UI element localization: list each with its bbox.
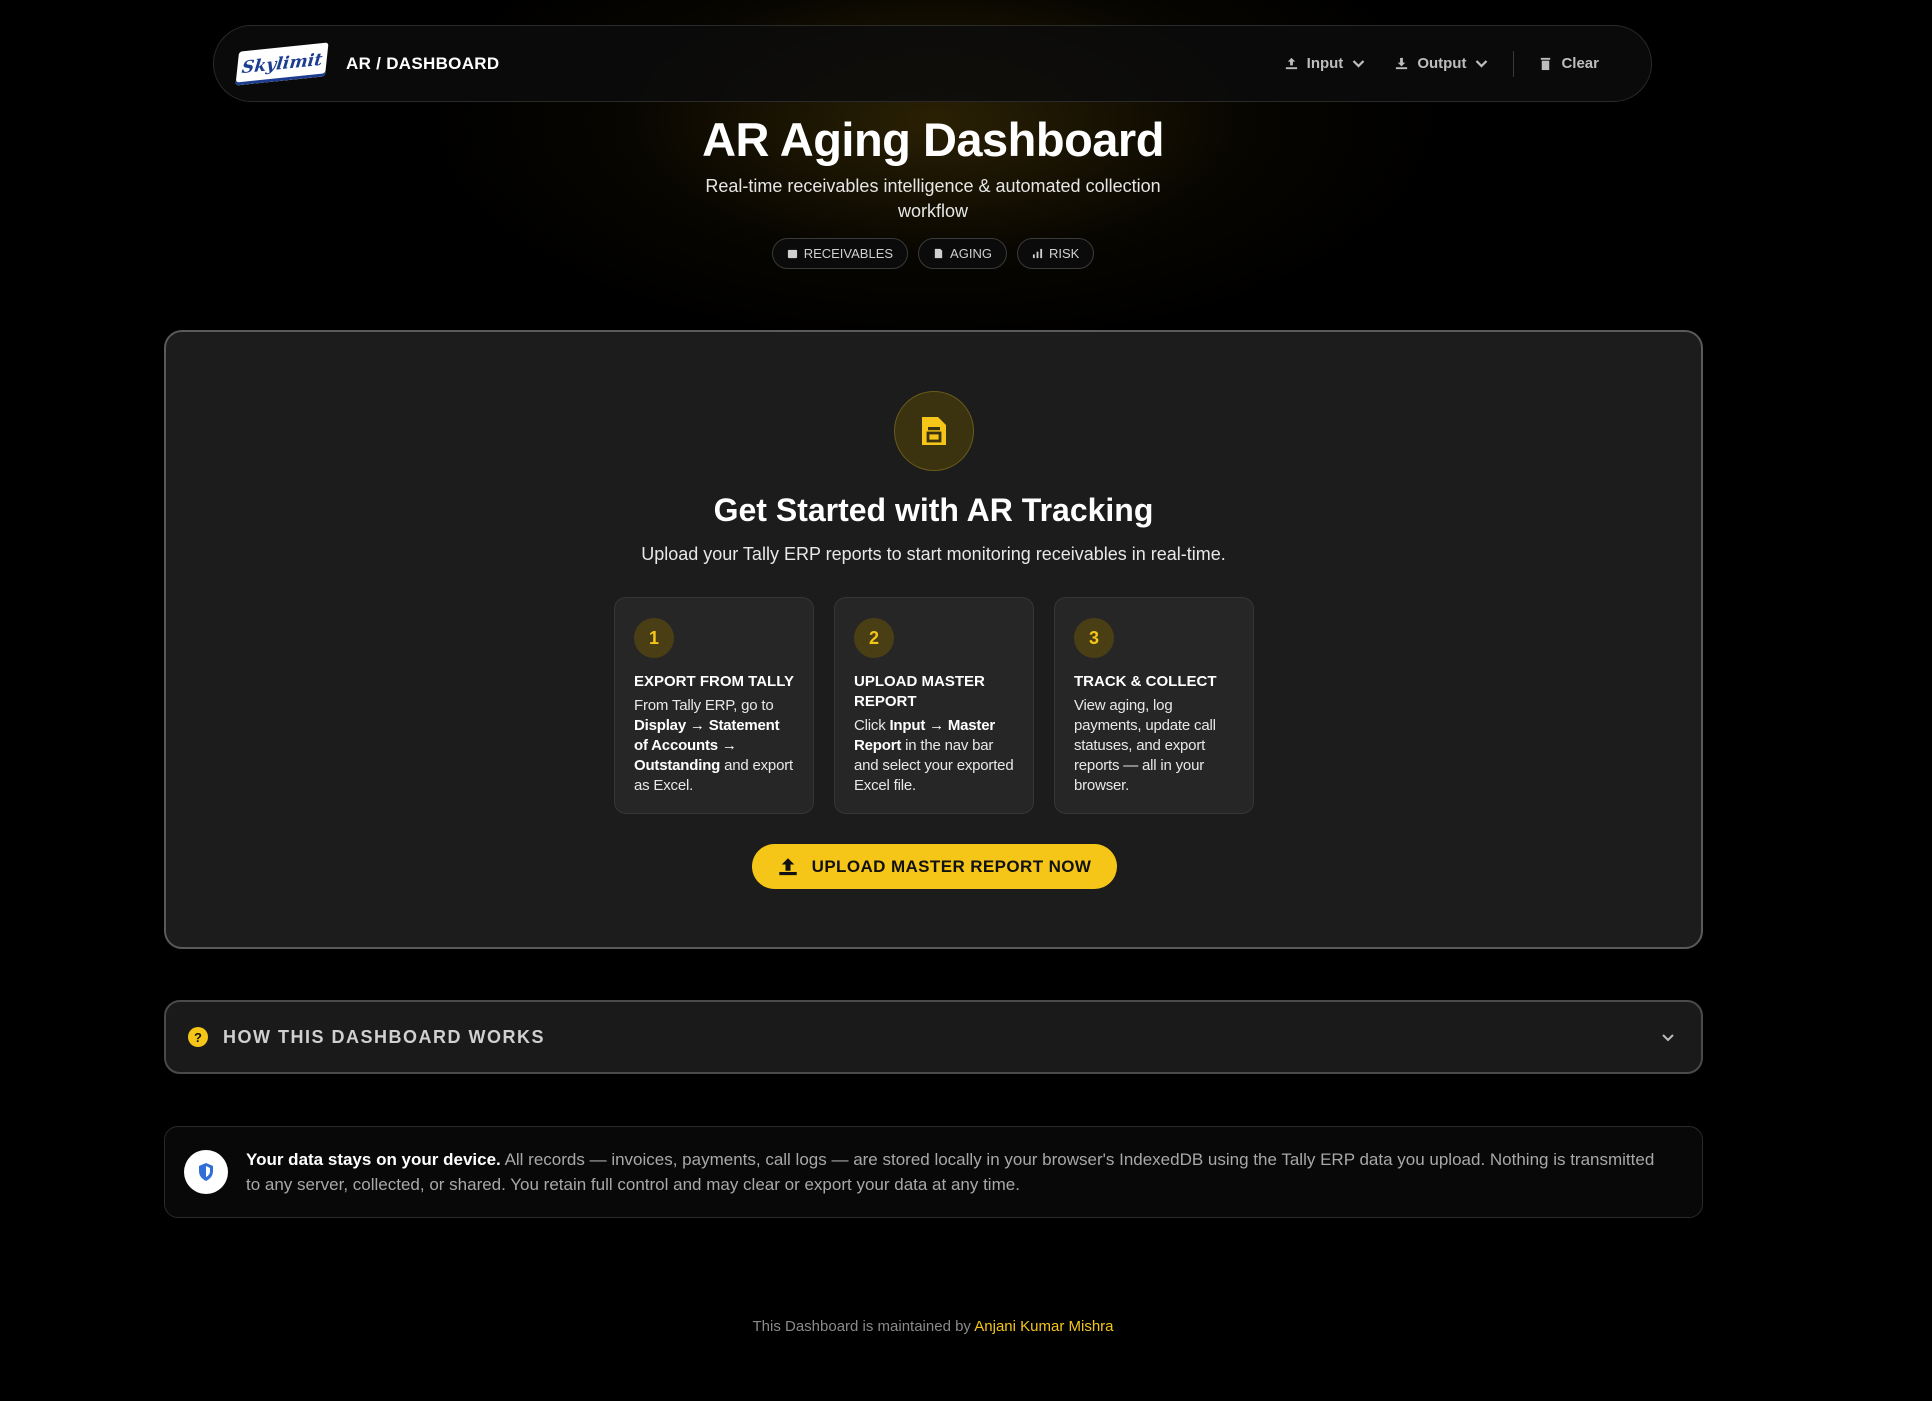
trash-icon — [1541, 57, 1551, 71]
steps-list: 1 EXPORT FROM TALLY From Tally ERP, go t… — [614, 597, 1254, 814]
step-title: EXPORT FROM TALLY — [634, 673, 795, 690]
step-title: UPLOAD MASTER REPORT — [854, 673, 985, 710]
chart-icon — [1032, 248, 1043, 259]
upload-icon — [778, 857, 797, 875]
step-number: 2 — [854, 618, 894, 658]
tag-risk: RISK — [1016, 238, 1095, 269]
nav-divider — [1513, 50, 1515, 77]
get-started-card: Get Started with AR Tracking Upload your… — [164, 330, 1703, 949]
document-icon — [934, 248, 943, 259]
privacy-text: Your data stays on your device. All reco… — [246, 1150, 1655, 1194]
step-title: TRACK & COLLECT — [1074, 673, 1217, 690]
shield-icon-badge — [184, 1150, 228, 1194]
upload-icon — [1285, 57, 1297, 70]
step-card: 3 TRACK & COLLECT View aging, log paymen… — [1054, 597, 1254, 814]
output-menu-button[interactable]: Output — [1380, 44, 1503, 84]
tag-label: AGING — [950, 246, 992, 261]
chevron-down-icon — [1353, 60, 1365, 68]
chevron-down-icon[interactable] — [1659, 1028, 1677, 1046]
tag-label: RISK — [1048, 246, 1080, 261]
step-number: 1 — [634, 618, 674, 658]
step-card: 1 EXPORT FROM TALLY From Tally ERP, go t… — [614, 597, 814, 814]
how-it-works-accordion[interactable]: ? HOW THIS DASHBOARD WORKS — [164, 1000, 1703, 1074]
upload-master-report-button[interactable]: UPLOAD MASTER REPORT NOW — [752, 844, 1117, 889]
top-nav: Skylimit AR / DASHBOARD Input Output Cle… — [213, 25, 1652, 102]
output-menu-label: Output — [1417, 55, 1467, 72]
chevron-down-icon — [1476, 60, 1488, 68]
footer: This Dashboard is maintained by Anjani K… — [0, 1318, 1866, 1335]
page-title: AR Aging Dashboard — [702, 113, 1164, 166]
step-description: View aging, log payments, update call st… — [1074, 697, 1216, 794]
shield-icon — [199, 1163, 213, 1181]
skylimit-logo[interactable]: Skylimit — [235, 41, 329, 86]
question-icon: ? — [188, 1027, 208, 1047]
accordion-label: HOW THIS DASHBOARD WORKS — [223, 1026, 545, 1047]
tag-aging: AGING — [918, 238, 1007, 269]
clear-label: Clear — [1561, 55, 1599, 72]
page-subtitle: Real-time receivables intelligence & aut… — [705, 176, 1161, 221]
clear-button[interactable]: Clear — [1524, 44, 1613, 84]
step-number: 3 — [1074, 618, 1114, 658]
tag-label: RECEIVABLES — [803, 246, 894, 261]
tag-list: RECEIVABLES AGING RISK — [0, 238, 1866, 269]
upload-button-label: UPLOAD MASTER REPORT NOW — [811, 856, 1092, 876]
step-description: Click Input → Master Report in the nav b… — [854, 717, 1014, 794]
author-link[interactable]: Anjani Kumar Mishra — [974, 1318, 1113, 1335]
card-title: Get Started with AR Tracking — [713, 492, 1154, 528]
calendar-icon — [787, 249, 797, 259]
input-menu-button[interactable]: Input — [1270, 44, 1381, 84]
report-icon — [922, 417, 946, 445]
footer-text: This Dashboard is maintained by — [752, 1318, 975, 1335]
card-subtitle: Upload your Tally ERP reports to start m… — [641, 544, 1226, 564]
brand-title: AR / DASHBOARD — [346, 53, 500, 73]
tag-receivables: RECEIVABLES — [771, 238, 909, 269]
step-card: 2 UPLOAD MASTER REPORT Click Input → Mas… — [834, 597, 1034, 814]
download-icon — [1396, 57, 1408, 70]
report-icon-badge — [894, 391, 974, 471]
privacy-notice: Your data stays on your device. All reco… — [164, 1126, 1703, 1218]
input-menu-label: Input — [1306, 55, 1344, 72]
step-description: From Tally ERP, go to Display → Statemen… — [634, 697, 793, 794]
